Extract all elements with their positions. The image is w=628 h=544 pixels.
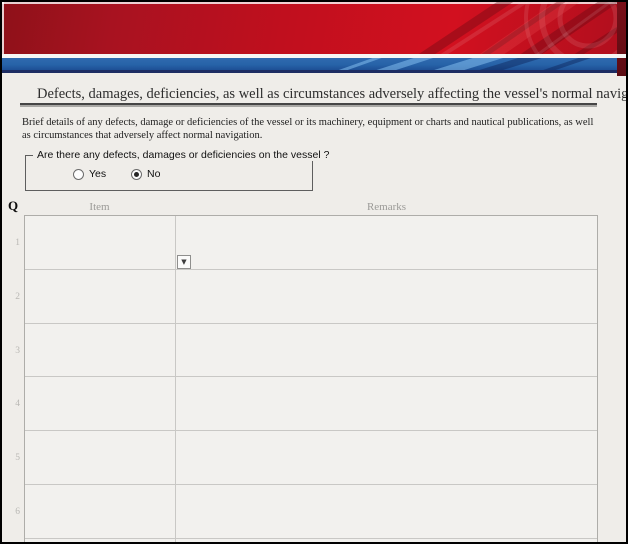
question-label: Are there any defects, damages or defici… bbox=[33, 149, 333, 161]
row-number: 3 bbox=[10, 346, 20, 356]
vessel-defects-form-window: Defects, damages, deficiencies, as well … bbox=[0, 0, 628, 544]
remarks-cell[interactable] bbox=[176, 377, 597, 430]
remarks-dropdown-button[interactable]: ▼ bbox=[177, 255, 191, 269]
radio-option-no[interactable]: No bbox=[131, 168, 160, 180]
row-number: 4 bbox=[10, 399, 20, 409]
table-row bbox=[25, 324, 597, 378]
column-headers: Item Remarks bbox=[24, 201, 598, 214]
blue-stripe-streaks-graphic bbox=[2, 58, 617, 70]
radio-no-icon[interactable] bbox=[131, 169, 142, 180]
column-header-item: Item bbox=[24, 201, 175, 213]
item-cell[interactable] bbox=[25, 485, 176, 538]
remarks-cell[interactable] bbox=[176, 270, 597, 323]
compass-rose-graphic bbox=[2, 2, 626, 54]
table-row bbox=[25, 431, 597, 485]
red-banner bbox=[2, 2, 626, 54]
remarks-cell[interactable] bbox=[176, 431, 597, 484]
column-header-remarks: Remarks bbox=[175, 201, 598, 213]
remarks-cell[interactable] bbox=[176, 216, 597, 269]
defects-table bbox=[24, 215, 598, 542]
blue-stripe bbox=[2, 58, 617, 73]
item-cell[interactable] bbox=[25, 431, 176, 484]
row-number: 5 bbox=[10, 453, 20, 463]
defects-question-groupbox: Are there any defects, damages or defici… bbox=[25, 155, 313, 191]
chevron-down-icon: ▼ bbox=[181, 259, 186, 266]
table-row bbox=[25, 377, 597, 431]
table-row bbox=[25, 485, 597, 539]
remarks-cell[interactable] bbox=[176, 539, 597, 542]
page-description: Brief details of any defects, damage or … bbox=[22, 116, 594, 142]
radio-yes-icon[interactable] bbox=[73, 169, 84, 180]
item-cell[interactable] bbox=[25, 270, 176, 323]
radio-yes-label: Yes bbox=[89, 168, 106, 180]
section-label-q: Q bbox=[8, 198, 18, 214]
row-number: 2 bbox=[10, 292, 20, 302]
remarks-cell[interactable] bbox=[176, 485, 597, 538]
table-row bbox=[25, 216, 597, 270]
item-cell[interactable] bbox=[25, 324, 176, 377]
table-row-partial bbox=[25, 539, 597, 542]
item-cell[interactable] bbox=[25, 377, 176, 430]
item-cell[interactable] bbox=[25, 216, 176, 269]
radio-no-label: No bbox=[147, 168, 160, 180]
remarks-cell[interactable] bbox=[176, 324, 597, 377]
table-row bbox=[25, 270, 597, 324]
radio-row: Yes No bbox=[26, 168, 312, 184]
row-number: 6 bbox=[10, 507, 20, 517]
row-number: 1 bbox=[10, 238, 20, 248]
radio-option-yes[interactable]: Yes bbox=[73, 168, 106, 180]
page-title: Defects, damages, deficiencies, as well … bbox=[37, 86, 626, 103]
title-underline bbox=[20, 103, 597, 105]
item-cell[interactable] bbox=[25, 539, 176, 542]
banner-right-edge bbox=[617, 2, 626, 76]
